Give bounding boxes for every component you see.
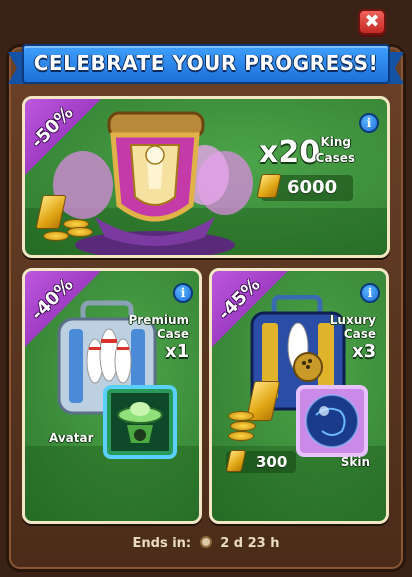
extra-reward-label: Avatar <box>49 431 94 445</box>
coin-icon <box>228 411 254 421</box>
offer-timer: Ends in: 2 d 23 h <box>0 536 412 551</box>
offer-card-premium-case[interactable]: -40% i Premium Case x1 Avatar <box>22 268 202 524</box>
offer-card-luxury-case[interactable]: -45% i Luxury Case x3 300 Skin <box>209 268 389 524</box>
extra-reward-label: Skin <box>340 455 370 469</box>
quantity-label: x1 <box>165 341 190 362</box>
info-icon: i <box>367 286 373 300</box>
offer-card-king-cases[interactable]: -50% i x20 King Cases 6000 <box>22 96 390 258</box>
info-button[interactable]: i <box>359 113 379 133</box>
item-name-line1: King <box>320 135 351 149</box>
coin-icon <box>230 421 256 431</box>
gold-bar-icon <box>256 174 282 198</box>
clock-icon <box>199 536 212 548</box>
price-pill[interactable]: 300 <box>225 450 296 473</box>
close-button[interactable]: ✖ <box>358 9 386 35</box>
popup-title: CELEBRATE YOUR PROGRESS! <box>33 51 379 75</box>
quantity-label: x3 <box>352 341 377 362</box>
coin-icon <box>67 227 93 237</box>
item-name-line2: Case <box>343 327 376 341</box>
coin-icon <box>43 231 69 241</box>
info-button[interactable]: i <box>360 283 380 303</box>
gold-bar-icon <box>225 450 247 472</box>
item-name-line2: Case <box>156 327 189 341</box>
info-icon: i <box>366 116 372 130</box>
timer-label: Ends in: <box>132 536 192 551</box>
info-icon: i <box>180 286 186 300</box>
ufo-avatar-icon <box>103 385 177 459</box>
item-name-line1: Luxury <box>329 313 376 327</box>
price-value: 300 <box>256 453 288 471</box>
timer-value: 2 d 23 h <box>220 536 280 551</box>
item-name-line2: Cases <box>315 151 355 165</box>
price-value: 6000 <box>287 177 338 198</box>
close-icon: ✖ <box>364 11 380 32</box>
coin-icon <box>228 431 254 441</box>
price-pill[interactable]: 6000 <box>256 174 353 201</box>
title-banner: CELEBRATE YOUR PROGRESS! <box>8 42 404 86</box>
info-button[interactable]: i <box>173 283 193 303</box>
item-name-line1: Premium <box>128 313 189 327</box>
bowling-ball-skin-icon <box>296 385 368 457</box>
